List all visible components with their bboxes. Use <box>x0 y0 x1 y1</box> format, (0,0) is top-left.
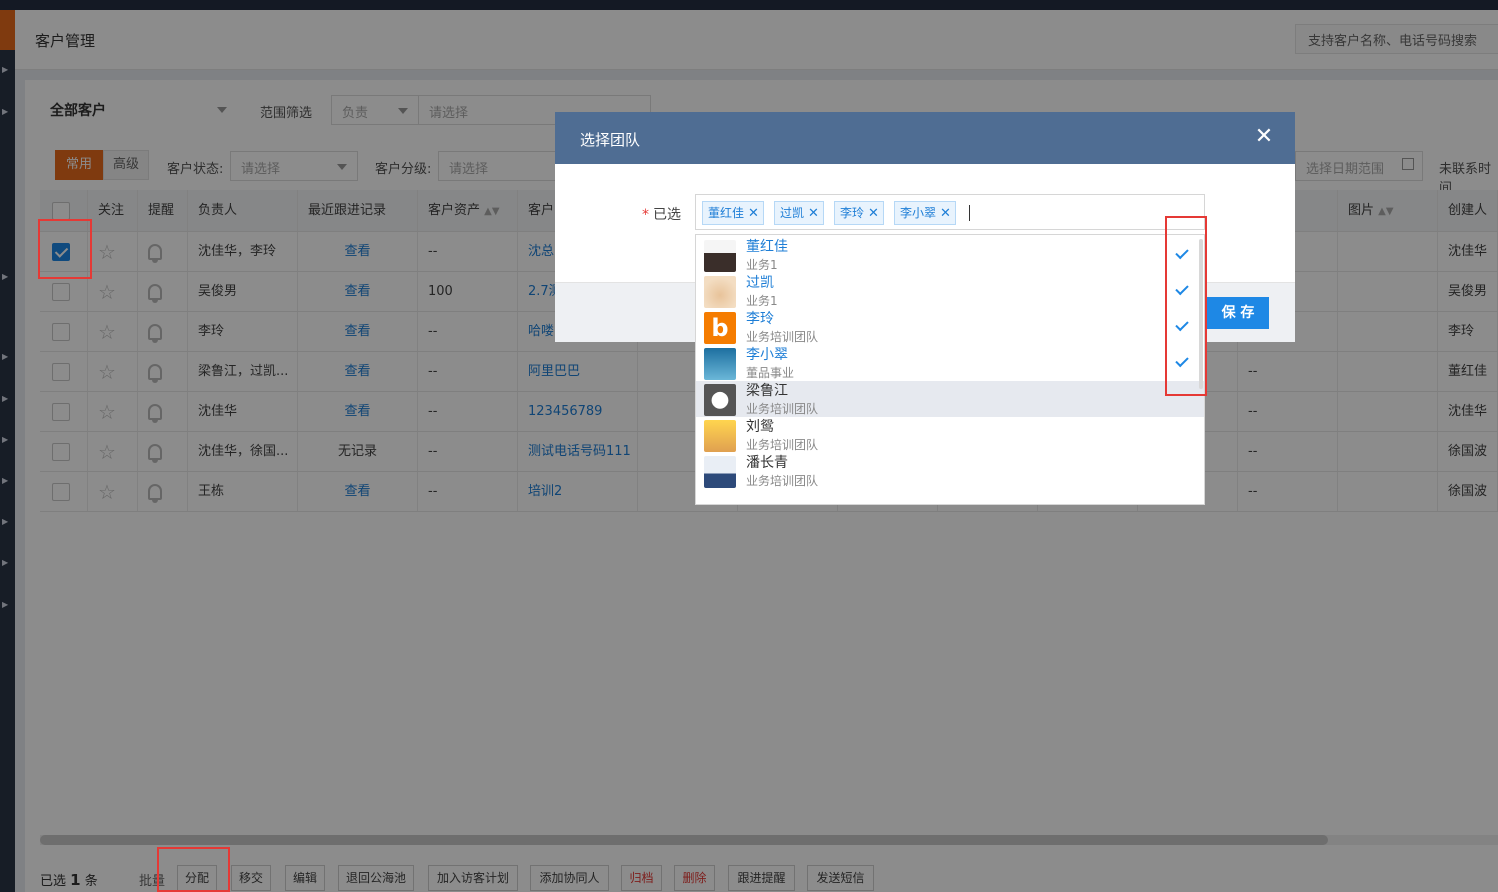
avatar <box>704 348 736 380</box>
member-team: 业务培训团队 <box>746 438 819 452</box>
member-option[interactable]: 董红佳业务1 <box>696 237 1204 273</box>
avatar: b <box>704 312 736 344</box>
chosen-label-text: 已选 <box>653 207 681 223</box>
selected-members-input[interactable]: 董红佳 ✕ 过凯 ✕ 李玲 ✕ 李小翠 ✕ <box>695 194 1205 230</box>
member-team: 业务培训团队 <box>746 330 819 344</box>
avatar <box>704 456 736 488</box>
member-option[interactable]: b 李玲业务培训团队 <box>696 309 1204 345</box>
remove-tag-icon[interactable]: ✕ <box>748 206 759 221</box>
member-name: 过凯 <box>746 275 774 291</box>
avatar <box>704 240 736 272</box>
member-team: 业务1 <box>746 258 778 272</box>
member-option[interactable]: 过凯业务1 <box>696 273 1204 309</box>
member-name: 潘长青 <box>746 455 788 471</box>
required-mark: * <box>642 207 649 223</box>
member-name: 梁鲁江 <box>746 383 788 399</box>
member-tag: 李玲 ✕ <box>834 201 884 225</box>
member-team: 董品事业 <box>746 366 795 380</box>
save-button[interactable]: 保 存 <box>1207 297 1269 329</box>
avatar: ● <box>704 384 736 416</box>
member-name: 董红佳 <box>746 239 788 255</box>
member-name: 李小翠 <box>746 347 788 363</box>
member-option[interactable]: 刘鸳 业务培训团队 <box>696 417 1204 453</box>
remove-tag-icon[interactable]: ✕ <box>868 206 879 221</box>
member-dropdown[interactable]: 董红佳 业务1 过凯 业务1 b 李玲 业务培训团队 李小翠 董品事业 ● 梁鲁江 业务培训团队 刘鸳业… <box>695 234 1205 505</box>
member-name: 李玲 <box>746 311 774 327</box>
member-name: 刘鸳 <box>746 419 774 435</box>
member-tag: 董红佳 ✕ <box>702 201 764 225</box>
avatar <box>704 420 736 452</box>
close-icon[interactable]: ✕ <box>1253 126 1275 148</box>
chosen-label: * 已选 <box>642 204 681 224</box>
member-tag-label: 李玲 <box>840 206 865 220</box>
member-tag-label: 李小翠 <box>900 206 937 220</box>
member-option[interactable]: ● 梁鲁江业务培训团队 <box>696 381 1204 417</box>
highlight-box <box>157 847 230 892</box>
member-tag: 李小翠 ✕ <box>894 201 956 225</box>
highlight-box <box>1165 216 1207 396</box>
dialog-header: 选择团队 <box>555 112 1295 164</box>
text-cursor <box>969 205 970 221</box>
member-team: 业务培训团队 <box>746 474 819 488</box>
member-team: 业务1 <box>746 294 778 308</box>
dialog-title: 选择团队 <box>580 131 641 149</box>
member-option[interactable]: 李小翠 董品事业 <box>696 345 1204 381</box>
highlight-box <box>38 219 92 279</box>
member-tag-label: 过凯 <box>780 206 805 220</box>
avatar <box>704 276 736 308</box>
remove-tag-icon[interactable]: ✕ <box>808 206 819 221</box>
member-option[interactable]: 潘长青 业务培训团队 <box>696 453 1204 489</box>
member-team: 业务培训团队 <box>746 402 819 416</box>
member-tag-label: 董红佳 <box>708 206 745 220</box>
member-tag: 过凯 ✕ <box>774 201 824 225</box>
remove-tag-icon[interactable]: ✕ <box>940 206 951 221</box>
